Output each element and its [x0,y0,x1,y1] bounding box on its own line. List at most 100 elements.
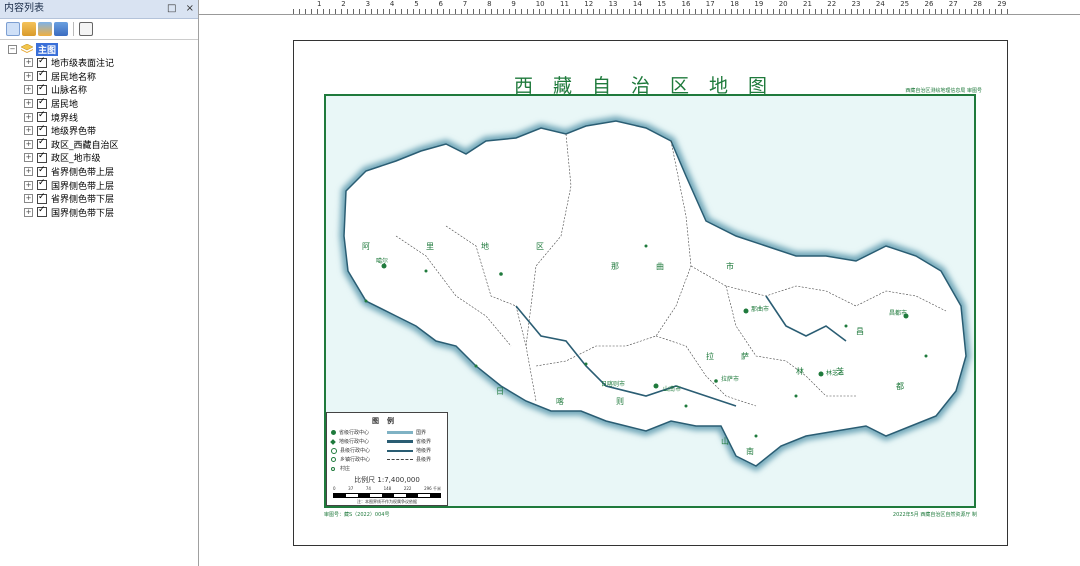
layer-row[interactable]: + 山脉名称 [0,83,198,97]
ruler-tick-label: 20 [778,0,788,8]
legend-line: 县级界 [416,457,432,463]
layer-label[interactable]: 国界侧色带上层 [51,179,114,192]
layer-label[interactable]: 地市级表面注记 [51,56,114,69]
layer-visibility-checkbox[interactable] [37,137,47,150]
layer-row[interactable]: + 政区_西藏自治区 [0,137,198,152]
expand-icon[interactable]: + [24,167,33,177]
layer-label[interactable]: 居民地 [51,97,78,110]
layer-label[interactable]: 国界侧色带下层 [51,206,114,219]
layer-label[interactable]: 省界侧色带下层 [51,192,114,205]
toolbar-separator [73,22,74,36]
expand-icon[interactable]: + [24,153,33,163]
layer-visibility-checkbox[interactable] [37,83,47,95]
layer-visibility-checkbox[interactable] [37,151,47,163]
scale-tick-labels: 0 37 74 148 222 296 千米 [327,485,447,492]
expand-icon[interactable]: + [24,126,33,136]
map-label: 都 [896,382,904,391]
options-icon[interactable] [79,22,93,36]
ruler-tick-label: 25 [900,0,910,8]
map-label: 喀 [556,397,564,406]
expand-icon[interactable]: + [24,180,33,190]
expand-icon[interactable]: + [24,58,33,68]
layer-row[interactable]: + 省界侧色带上层 [0,165,198,179]
map-label: 区 [536,242,544,251]
expand-icon[interactable]: + [24,139,33,149]
map-label: 萨 [741,352,749,361]
layer-label[interactable]: 居民地名称 [51,70,96,83]
layer-label[interactable]: 地级界色带 [51,124,96,137]
collapse-icon[interactable]: − [8,44,17,54]
legend-line: 省级界 [416,439,432,445]
expand-icon[interactable]: + [24,112,33,122]
layer-visibility-checkbox[interactable] [37,110,47,123]
scale-tick: 37 [348,486,354,491]
expand-icon[interactable]: + [24,99,33,109]
ruler-tick-label: 11 [560,0,569,8]
legend-title: 图例 [372,417,402,425]
layer-visibility-checkbox[interactable] [37,192,47,204]
legend-item: 村庄 [340,466,351,472]
expand-icon[interactable]: + [24,207,33,217]
layer-row[interactable]: + 政区_地市级 [0,151,198,165]
map-label: 那 [611,262,619,271]
layer-row[interactable]: + 国界侧色带上层 [0,178,198,192]
layer-row[interactable]: + 居民地名称 [0,69,198,84]
legend-item: 省级行政中心 [339,430,370,436]
layer-row[interactable]: + 居民地 [0,97,198,111]
ruler-ticks [293,9,1008,14]
layer-row[interactable]: + 境界线 [0,110,198,124]
layer-label[interactable]: 境界线 [51,111,78,124]
layout-page[interactable]: 西藏自治区地图 西藏自治区测绘地理信息局 审图号 阿 里 地 区 那 曲 市 昌… [293,40,1008,546]
ruler-tick-label: 15 [657,0,667,8]
layer-visibility-checkbox[interactable] [37,69,47,82]
county-border-symbol [387,459,413,460]
layer-visibility-checkbox[interactable] [37,205,47,218]
prefecture-symbol [330,438,336,445]
list-by-visibility-icon[interactable] [38,22,52,36]
legend-item: 乡镇行政中心 [340,457,371,463]
pin-icon[interactable]: □ [167,3,176,14]
layer-label[interactable]: 省界侧色带上层 [51,165,114,178]
layer-row[interactable]: + 国界侧色带下层 [0,205,198,220]
ruler-tick-label: 2 [341,0,346,8]
layer-visibility-checkbox[interactable] [37,165,47,177]
city-label: 林芝市 [826,370,845,377]
layer-row[interactable]: + 省界侧色带下层 [0,192,198,206]
layer-visibility-checkbox[interactable] [37,178,47,191]
ruler-tick-label: 24 [875,0,885,8]
scale-tick: 74 [365,486,371,491]
ruler-tick-label: 27 [948,0,958,8]
map-label: 里 [426,242,434,251]
list-by-selection-icon[interactable] [54,22,68,36]
village-symbol [331,466,335,471]
layer-row[interactable]: + 地级界色带 [0,124,198,138]
layer-visibility-checkbox[interactable] [37,124,47,136]
list-by-source-icon[interactable] [22,22,36,36]
layer-row[interactable]: + 地市级表面注记 [0,56,198,70]
map-label: 林 [796,367,804,376]
map-legend[interactable]: 图例 省级行政中心 地级行政中心 县级行政中心 乡镇行政中心 村庄 国界 省级界… [326,412,448,506]
legend-line: 国界 [416,430,427,436]
ruler-tick-label: 12 [584,0,594,8]
layer-label[interactable]: 政区_地市级 [51,151,101,164]
expand-icon[interactable]: + [24,194,33,204]
map-frame-row[interactable]: − 主图 [0,42,198,56]
horizontal-ruler[interactable]: 1 2 3 4 5 6 7 8 9 10 11 12 13 14 15 16 17 18 19 20 21 22 23 24 2… [293,0,1008,15]
ruler-tick-label: 9 [511,0,516,8]
map-label: 昌 [856,327,864,336]
list-by-drawing-order-icon[interactable] [6,22,20,36]
legend-item: 地级行政中心 [339,439,370,445]
prefecture-border-symbol [387,449,413,452]
expand-icon[interactable]: + [24,71,33,81]
map-frame-label[interactable]: 主图 [36,42,59,56]
close-icon[interactable]: × [186,3,194,14]
layer-visibility-checkbox[interactable] [37,56,47,68]
scale-tick: 148 [383,486,392,491]
expand-icon[interactable]: + [24,85,33,95]
layer-label[interactable]: 政区_西藏自治区 [51,138,119,151]
layer-visibility-checkbox[interactable] [37,97,47,109]
city-label: 拉萨市 [721,376,740,383]
city-label: 山南市 [663,386,682,393]
layer-label[interactable]: 山脉名称 [51,83,87,96]
scale-tick: 0 [333,486,336,491]
